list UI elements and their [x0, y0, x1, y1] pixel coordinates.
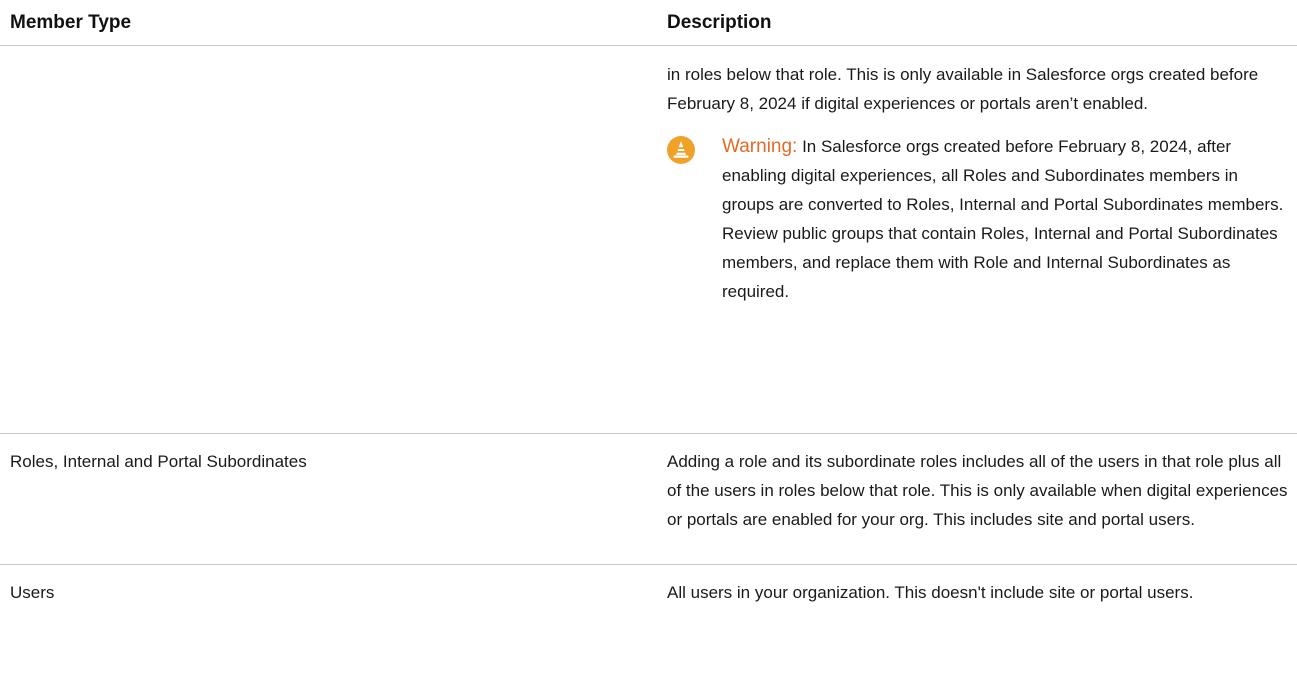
table-row: Roles, Internal and Portal Subordinates … [0, 434, 1297, 565]
member-type-table: Member Type Description in roles below t… [0, 0, 1297, 689]
description-cell: in roles below that role. This is only a… [667, 46, 1292, 306]
warning-text: In Salesforce orgs created before Februa… [722, 137, 1284, 301]
member-type-cell: Users [10, 583, 55, 602]
warning-cone-icon [667, 136, 695, 164]
warning-note: Warning: In Salesforce orgs created befo… [667, 132, 1292, 306]
warning-label: Warning: [722, 136, 798, 157]
table-header-row: Member Type Description [0, 0, 1297, 46]
description-cell: Adding a role and its subordinate roles … [667, 452, 1288, 529]
header-member-type: Member Type [10, 12, 132, 33]
member-type-cell: Roles, Internal and Portal Subordinates [10, 452, 307, 471]
table-row: in roles below that role. This is only a… [0, 46, 1297, 434]
table-row: Users All users in your organization. Th… [0, 565, 1297, 689]
header-description: Description [667, 12, 772, 33]
description-cell: All users in your organization. This doe… [667, 583, 1194, 602]
description-text: in roles below that role. This is only a… [667, 65, 1259, 113]
